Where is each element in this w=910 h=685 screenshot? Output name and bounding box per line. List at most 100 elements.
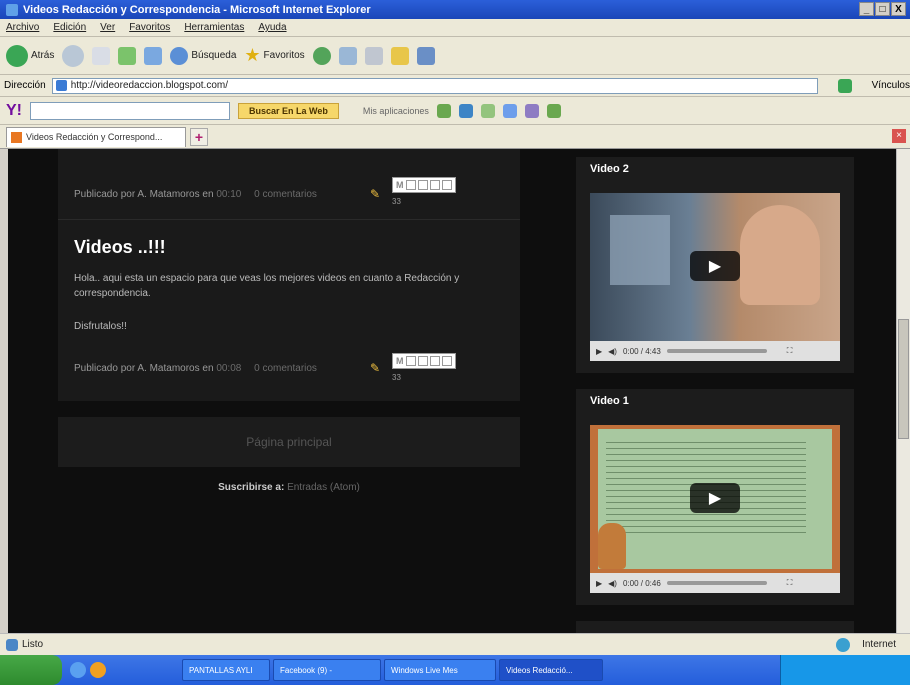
video2-time: 0:00 / 4:43: [622, 346, 661, 356]
fullscreen-icon[interactable]: ⛶: [787, 346, 793, 356]
toolbar-app-icon[interactable]: [502, 103, 517, 118]
play-icon: ▶: [708, 258, 722, 275]
menu-edit[interactable]: Edición: [53, 22, 86, 33]
search-button[interactable]: Búsqueda: [170, 46, 236, 65]
toolbar-app-icon[interactable]: [546, 103, 561, 118]
yahoo-toolbar: Y! Buscar En La Web Mis aplicaciones: [0, 97, 910, 125]
edit-pencil-icon[interactable]: ✎: [370, 187, 380, 201]
post-divider: [58, 219, 520, 220]
taskbar-item[interactable]: Facebook (9) -: [273, 659, 381, 681]
play-icon: ▶: [708, 490, 722, 507]
home-icon[interactable]: [144, 46, 163, 65]
video1-title: Video 1: [590, 395, 629, 407]
tab-bar: Videos Redacción y Correspond... + ×: [0, 125, 910, 149]
volume-icon[interactable]: ◀): [608, 579, 617, 588]
new-tab-button[interactable]: +: [190, 127, 208, 146]
volume-icon[interactable]: ◀): [608, 347, 617, 356]
play-control-icon[interactable]: ▶: [596, 347, 602, 356]
yahoo-logo[interactable]: Y!: [6, 102, 22, 120]
forward-arrow-icon[interactable]: [62, 44, 85, 67]
window-title: Videos Redacción y Correspondencia - Mic…: [23, 3, 371, 16]
vertical-scrollbar[interactable]: [896, 149, 910, 633]
mail-icon[interactable]: [338, 46, 357, 65]
menu-help[interactable]: Ayuda: [258, 22, 286, 33]
start-button[interactable]: [0, 655, 62, 685]
yahoo-search-button[interactable]: Buscar En La Web: [238, 102, 339, 119]
post1-comments-link[interactable]: 0 comentarios: [254, 189, 317, 200]
toolbar-app-icon[interactable]: [524, 103, 539, 118]
video1-controls: ▶ ◀) 0:00 / 0:46 ⛶: [590, 573, 840, 593]
taskbar-item-active[interactable]: Videos Redacció...: [499, 659, 603, 681]
video1-player[interactable]: ▶ ▶ ◀) 0:00 / 0:46 ⛶: [590, 425, 840, 593]
folder-icon[interactable]: [390, 46, 409, 65]
taskbar: PANTALLAS AYLI Facebook (9) - Windows Li…: [0, 655, 910, 685]
scroll-thumb[interactable]: [898, 319, 909, 439]
post1-count: 33: [392, 197, 401, 206]
taskbar-item[interactable]: PANTALLAS AYLI: [182, 659, 270, 681]
toolbar-app-icon[interactable]: [458, 103, 473, 118]
go-icon[interactable]: [837, 78, 852, 93]
my-apps-button[interactable]: Mis aplicaciones: [363, 106, 429, 116]
internet-zone-icon: [836, 637, 850, 652]
post2-comments-link[interactable]: 0 comentarios: [254, 363, 317, 374]
back-button[interactable]: Atrás: [6, 44, 54, 67]
post2-count: 33: [392, 373, 401, 382]
status-text: Listo: [22, 639, 44, 650]
address-input[interactable]: http://videoredaccion.blogspot.com/: [51, 77, 818, 94]
system-tray: [780, 655, 910, 685]
links-label[interactable]: Vínculos: [872, 80, 910, 91]
messenger-icon[interactable]: [416, 46, 435, 65]
home-page-link[interactable]: Página principal: [58, 417, 520, 467]
post2-time-link[interactable]: 00:08: [216, 363, 241, 374]
back-arrow-icon: [6, 44, 28, 67]
tab-label: Videos Redacción y Correspond...: [26, 132, 163, 142]
play-button[interactable]: ▶: [690, 483, 740, 513]
address-label: Dirección: [4, 80, 46, 91]
minimize-button[interactable]: _: [859, 2, 874, 16]
atom-feed-link[interactable]: Entradas (Atom): [287, 482, 360, 493]
menu-favorites[interactable]: Favoritos: [129, 22, 170, 33]
address-bar: Dirección http://videoredaccion.blogspot…: [0, 75, 910, 97]
video2-progress-bar[interactable]: [666, 349, 767, 353]
history-icon[interactable]: [312, 46, 331, 65]
page-status-icon: [6, 638, 18, 651]
share-buttons[interactable]: M: [392, 177, 456, 193]
edit-pencil-icon[interactable]: ✎: [370, 361, 380, 375]
refresh-icon[interactable]: [118, 46, 137, 65]
quicklaunch-icon[interactable]: [90, 662, 106, 678]
video2-screens: [610, 215, 670, 285]
taskbar-item[interactable]: Windows Live Mes: [384, 659, 496, 681]
favorites-button[interactable]: ★ Favoritos: [244, 45, 304, 66]
standard-toolbar: Atrás Búsqueda ★ Favoritos: [0, 37, 910, 75]
menu-tools[interactable]: Herramientas: [184, 22, 244, 33]
post1-time-link[interactable]: 00:10: [216, 189, 241, 200]
next-widget-edge: [576, 621, 854, 633]
menu-view[interactable]: Ver: [100, 22, 115, 33]
address-url: http://videoredaccion.blogspot.com/: [70, 80, 229, 91]
print-icon[interactable]: [364, 46, 383, 65]
video2-presenter: [740, 205, 820, 305]
maximize-button[interactable]: □: [875, 2, 890, 16]
video1-progress-bar[interactable]: [666, 581, 767, 585]
yahoo-search-input[interactable]: [30, 101, 230, 120]
status-bar: Listo Internet: [0, 633, 910, 655]
close-button[interactable]: X: [891, 2, 906, 16]
post-body: Hola.. aqui esta un espacio para que vea…: [74, 273, 460, 299]
fullscreen-icon[interactable]: ⛶: [787, 578, 793, 588]
post-area: Publicado por A. Matamoros en 00:10 0 co…: [58, 149, 520, 401]
toolbar-app-icon[interactable]: [480, 103, 495, 118]
close-tab-icon[interactable]: ×: [892, 129, 906, 143]
quicklaunch-ie-icon[interactable]: [70, 662, 86, 678]
stop-icon[interactable]: [92, 46, 111, 65]
tab-videos[interactable]: Videos Redacción y Correspond...: [6, 126, 186, 147]
play-control-icon[interactable]: ▶: [596, 579, 602, 588]
post-title[interactable]: Videos ..!!!: [74, 237, 166, 258]
blogger-icon: [11, 131, 22, 143]
page-viewport: Publicado por A. Matamoros en 00:10 0 co…: [8, 149, 896, 633]
share-buttons[interactable]: M: [392, 353, 456, 369]
video2-player[interactable]: ▶ ▶ ◀) 0:00 / 4:43 ⛶: [590, 193, 840, 361]
toolbar-app-icon[interactable]: [436, 103, 451, 118]
menu-file[interactable]: Archivo: [6, 22, 39, 33]
video2-controls: ▶ ◀) 0:00 / 4:43 ⛶: [590, 341, 840, 361]
play-button[interactable]: ▶: [690, 251, 740, 281]
